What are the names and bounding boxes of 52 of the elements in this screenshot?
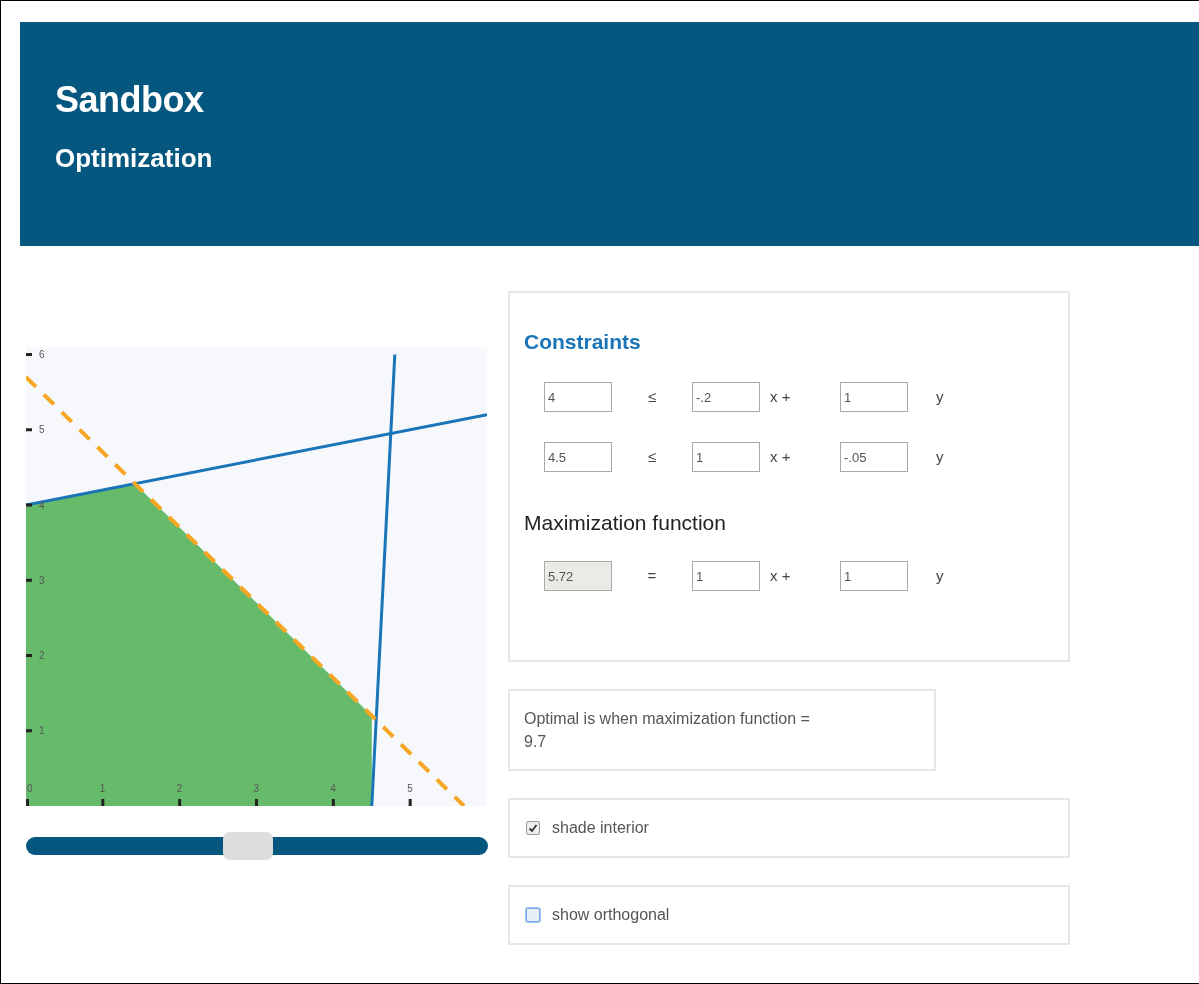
number-field[interactable]: 1	[692, 442, 760, 473]
page-title: Sandbox	[55, 78, 205, 122]
tick-label: 4	[330, 783, 336, 794]
tick-label: 1	[99, 783, 106, 794]
number-field[interactable]: -.05	[840, 442, 908, 473]
variable-label: x +	[769, 386, 792, 407]
result-message: Optimal is when maximization function = 9.7	[508, 689, 936, 772]
number-field[interactable]: 1	[840, 382, 908, 413]
tick-mark	[178, 799, 182, 806]
tick-label: 5	[39, 424, 45, 436]
tick-mark	[26, 654, 32, 657]
tick-mark	[26, 729, 32, 733]
page-subtitle: Optimization	[55, 143, 214, 175]
section-title: Constraints	[524, 329, 642, 355]
tick-label: 4	[39, 499, 45, 511]
tick-label: 3	[253, 783, 260, 794]
tick-label: 6	[39, 349, 45, 360]
number-field[interactable]: 1	[840, 561, 908, 592]
tick-mark	[26, 503, 32, 507]
tick-label: 3	[39, 574, 45, 586]
option-label: shade interior	[552, 818, 649, 839]
slider-thumb[interactable]	[222, 832, 273, 860]
tick-mark	[26, 428, 32, 432]
checkbox[interactable]	[526, 821, 540, 836]
tick-mark	[26, 578, 32, 582]
relation-sign: ≤	[646, 386, 658, 407]
variable-label: y	[935, 446, 944, 467]
section-title: Maximization function	[524, 510, 727, 536]
tick-label: 1	[39, 725, 45, 737]
number-field[interactable]: 5.72	[544, 561, 612, 592]
relation-sign: ≤	[646, 446, 658, 467]
tick-label: 0	[27, 783, 33, 794]
variable-label: x +	[769, 566, 792, 587]
tick-label: 2	[176, 783, 183, 794]
checkbox[interactable]	[526, 908, 540, 923]
variable-label: y	[935, 386, 944, 407]
number-field[interactable]: -.2	[692, 382, 760, 413]
tick-label: 2	[39, 650, 45, 661]
tick-mark	[255, 799, 258, 806]
relation-sign: =	[646, 566, 658, 587]
tick-mark	[101, 799, 105, 806]
variable-label: y	[935, 566, 944, 587]
tick-mark	[408, 799, 412, 806]
tick-label: 5	[407, 783, 413, 794]
tick-mark	[26, 799, 29, 806]
option-label: show orthogonal	[552, 905, 670, 926]
number-field[interactable]: 1	[692, 561, 760, 592]
tick-mark	[331, 799, 335, 806]
number-field[interactable]: 4.5	[544, 442, 612, 473]
tick-mark	[26, 353, 32, 356]
variable-label: x +	[769, 446, 792, 467]
number-field[interactable]: 4	[544, 382, 612, 413]
